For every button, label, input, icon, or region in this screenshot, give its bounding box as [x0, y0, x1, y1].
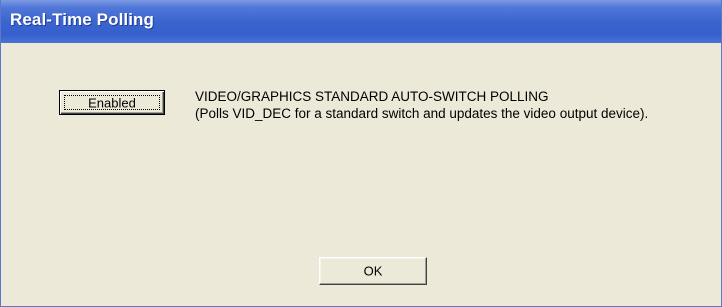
polling-description: VIDEO/GRAPHICS STANDARD AUTO-SWITCH POLL…	[195, 88, 648, 122]
polling-detail: (Polls VID_DEC for a standard switch and…	[195, 106, 649, 121]
enabled-toggle-button[interactable]: Enabled	[59, 90, 165, 115]
ok-button[interactable]: OK	[319, 257, 427, 285]
title-bar[interactable]: Real-Time Polling	[1, 0, 721, 43]
real-time-polling-dialog: Real-Time Polling Enabled VIDEO/GRAPHICS…	[0, 0, 722, 307]
polling-heading: VIDEO/GRAPHICS STANDARD AUTO-SWITCH POLL…	[195, 89, 549, 104]
ok-button-label: OK	[363, 263, 383, 279]
window-title: Real-Time Polling	[10, 10, 155, 29]
enabled-toggle-label: Enabled	[88, 95, 136, 110]
dialog-body: Enabled VIDEO/GRAPHICS STANDARD AUTO-SWI…	[1, 43, 721, 306]
